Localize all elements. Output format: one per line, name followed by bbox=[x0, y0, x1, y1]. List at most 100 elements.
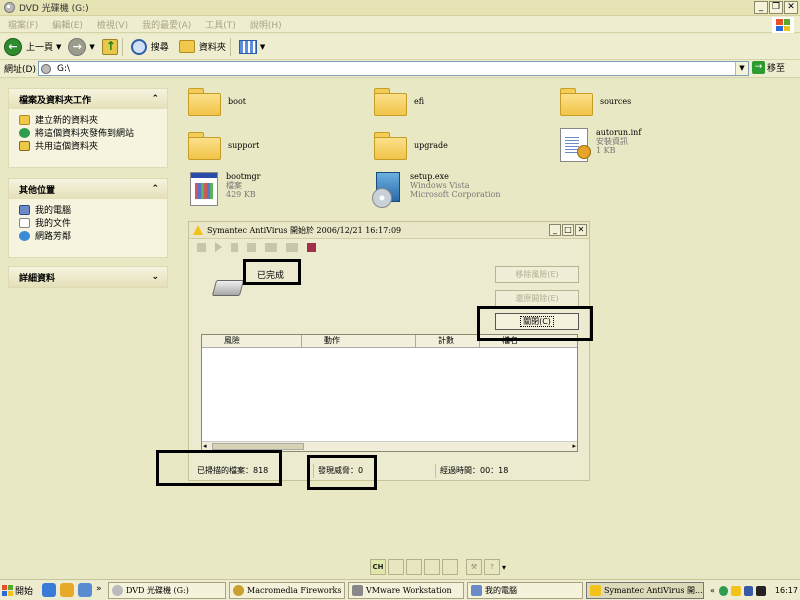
details-header[interactable]: 詳細資料 ⌄ bbox=[9, 267, 167, 287]
help-icon[interactable]: ? bbox=[484, 559, 500, 575]
menu-bar: 檔案(F) 編輯(E) 檢視(V) 我的最愛(A) 工具(T) 說明(H) bbox=[0, 16, 800, 33]
start-button[interactable]: 開始 bbox=[2, 582, 33, 598]
menu-favorites[interactable]: 我的最愛(A) bbox=[142, 18, 191, 31]
dialog-minimize-button[interactable]: _ bbox=[549, 224, 561, 236]
clock[interactable]: 16:17 bbox=[775, 586, 798, 595]
folder-icon bbox=[188, 88, 221, 116]
back-dropdown-icon[interactable]: ▼ bbox=[56, 43, 61, 51]
search-label: 搜尋 bbox=[150, 43, 169, 53]
tray-network-icon[interactable] bbox=[718, 585, 729, 596]
setup-exe-icon bbox=[372, 172, 404, 208]
task-new-folder[interactable]: 建立新的資料夾 bbox=[19, 113, 157, 126]
folder-item[interactable]: upgrade bbox=[374, 132, 448, 160]
place-my-documents[interactable]: 我的文件 bbox=[19, 216, 157, 229]
expand-chevron-icon[interactable]: ⌄ bbox=[151, 272, 159, 282]
shared-folder-icon bbox=[19, 140, 30, 151]
window-title-bar[interactable]: DVD 光碟機 (G:) _ ❐ ✕ bbox=[0, 0, 800, 16]
stop-icon[interactable] bbox=[247, 242, 256, 252]
more-quicklaunch-icon[interactable]: » bbox=[96, 584, 102, 594]
risk-list[interactable]: 風險 動作 計數 檔名 ◂ ▸ bbox=[201, 334, 578, 452]
forward-dropdown-icon[interactable]: ▼ bbox=[89, 43, 94, 51]
views-button[interactable]: ▼ bbox=[238, 39, 268, 54]
taskbar-item-symantec[interactable]: Symantec AntiVirus 開... bbox=[586, 582, 704, 599]
scroll-right-icon[interactable]: ▸ bbox=[572, 442, 576, 451]
task-publish-web[interactable]: 將這個資料夾發佈到網站 bbox=[19, 126, 157, 139]
views-dropdown-icon[interactable]: ▼ bbox=[260, 43, 265, 51]
ie-quicklaunch-icon[interactable] bbox=[42, 583, 56, 597]
file-name: setup.exe bbox=[410, 172, 449, 181]
folders-icon bbox=[178, 40, 195, 53]
ime-shape-icon[interactable] bbox=[424, 559, 440, 575]
taskbar-item-vmware[interactable]: VMware Workstation bbox=[348, 582, 464, 599]
window-title: DVD 光碟機 (G:) bbox=[19, 4, 89, 14]
folders-label: 資料夾 bbox=[198, 43, 226, 53]
taskbar-item-dvd[interactable]: DVD 光碟機 (G:) bbox=[108, 582, 226, 599]
restore-button[interactable]: ❐ bbox=[769, 1, 783, 14]
highlight-box-status bbox=[243, 259, 301, 285]
place-label: 我的文件 bbox=[35, 219, 72, 229]
play-icon[interactable] bbox=[215, 242, 222, 252]
scrollbar-thumb[interactable] bbox=[212, 443, 304, 450]
column-action[interactable]: 動作 bbox=[302, 335, 416, 348]
help-book-icon[interactable] bbox=[307, 242, 316, 252]
ime-punct-icon[interactable] bbox=[442, 559, 458, 575]
ime-mode-icon[interactable] bbox=[406, 559, 422, 575]
minimize-button[interactable]: _ bbox=[754, 1, 768, 14]
menu-view[interactable]: 檢視(V) bbox=[97, 18, 128, 31]
place-my-computer[interactable]: 我的電腦 bbox=[19, 203, 157, 216]
column-risk[interactable]: 風險 bbox=[202, 335, 302, 348]
menu-edit[interactable]: 編輯(E) bbox=[52, 18, 83, 31]
tray-symantec-icon[interactable] bbox=[731, 585, 741, 596]
close-button[interactable]: ✕ bbox=[784, 1, 798, 14]
tray-app-icon[interactable] bbox=[756, 585, 766, 596]
taskbar-item-my-computer[interactable]: 我的電腦 bbox=[467, 582, 583, 599]
tray-monitor-icon[interactable] bbox=[743, 585, 754, 596]
forward-button[interactable]: → ▼ bbox=[68, 37, 97, 56]
windows-flag-icon bbox=[2, 584, 13, 596]
folder-item[interactable]: support bbox=[188, 132, 259, 160]
back-button[interactable]: ← 上一頁 ▼ bbox=[4, 37, 64, 56]
scan-options-icon[interactable] bbox=[197, 242, 206, 252]
taskbar-item-fireworks[interactable]: Macromedia Fireworks ... bbox=[229, 582, 345, 599]
dialog-close-button[interactable]: ✕ bbox=[575, 224, 587, 236]
file-item[interactable]: setup.exe Windows Vista Microsoft Corpor… bbox=[372, 172, 501, 208]
restore-button[interactable]: 還原開除(E) bbox=[495, 290, 579, 307]
tools-icon[interactable]: ⚒ bbox=[466, 559, 482, 575]
folder-icon bbox=[374, 88, 407, 116]
file-item[interactable]: bootmgr 檔案 429 KB bbox=[190, 172, 261, 206]
options-dropdown-icon[interactable]: ▾ bbox=[502, 563, 506, 572]
export-icon[interactable] bbox=[265, 242, 277, 252]
folder-item[interactable]: boot bbox=[188, 88, 246, 116]
outlook-quicklaunch-icon[interactable] bbox=[60, 583, 74, 597]
copy-icon[interactable] bbox=[286, 242, 298, 252]
menu-tools[interactable]: 工具(T) bbox=[205, 18, 236, 31]
dialog-title-bar[interactable]: Symantec AntiVirus 開始於 2006/12/21 16:17:… bbox=[189, 222, 589, 239]
documents-icon bbox=[19, 217, 30, 228]
ime-icon[interactable] bbox=[388, 559, 404, 575]
folder-item[interactable]: efi bbox=[374, 88, 424, 116]
highlight-box-scanned bbox=[156, 450, 282, 486]
pause-icon[interactable] bbox=[231, 242, 238, 252]
folders-button[interactable]: 資料夾 bbox=[178, 40, 226, 53]
collapse-chevron-icon[interactable]: ⌃ bbox=[151, 184, 159, 194]
task-share-folder[interactable]: 共用這個資料夾 bbox=[19, 139, 157, 152]
dialog-maximize-button[interactable]: □ bbox=[562, 224, 574, 236]
column-count[interactable]: 計數 bbox=[416, 335, 480, 348]
tray-expand-icon[interactable]: « bbox=[710, 586, 715, 595]
language-indicator[interactable]: CH bbox=[370, 559, 386, 575]
up-folder-button[interactable] bbox=[101, 38, 118, 55]
remove-risk-button[interactable]: 移除風險(E) bbox=[495, 266, 579, 283]
menu-help[interactable]: 說明(H) bbox=[250, 18, 282, 31]
folder-item[interactable]: sources bbox=[560, 88, 631, 116]
address-dropdown-icon[interactable]: ▼ bbox=[735, 62, 748, 75]
other-places-header[interactable]: 其他位置 ⌃ bbox=[9, 179, 167, 199]
place-network[interactable]: 網路芳鄰 bbox=[19, 229, 157, 242]
file-item[interactable]: autorun.inf 安裝資訊 1 KB bbox=[560, 128, 641, 162]
show-desktop-icon[interactable] bbox=[78, 583, 92, 597]
file-tasks-header[interactable]: 檔案及資料夾工作 ⌃ bbox=[9, 89, 167, 109]
go-button[interactable]: → 移至 bbox=[752, 61, 785, 74]
address-input[interactable]: G:\ ▼ bbox=[38, 61, 749, 76]
collapse-chevron-icon[interactable]: ⌃ bbox=[151, 94, 159, 104]
search-button[interactable]: 搜尋 bbox=[130, 38, 169, 55]
menu-file[interactable]: 檔案(F) bbox=[8, 18, 38, 31]
